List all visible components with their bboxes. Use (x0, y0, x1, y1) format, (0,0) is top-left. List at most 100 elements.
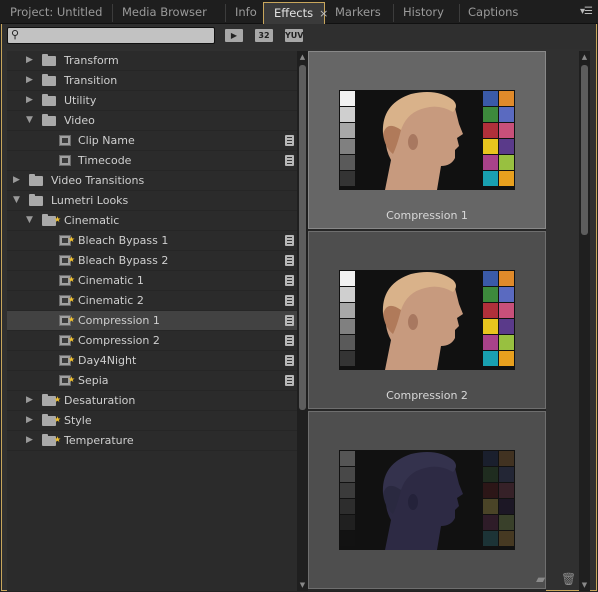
tree-item-label: Bleach Bypass 1 (78, 234, 169, 247)
preview-scrollbar[interactable]: ▲ ▼ (579, 51, 590, 591)
search-input[interactable] (24, 29, 210, 42)
tree-item-label: Bleach Bypass 2 (78, 254, 169, 267)
disclosure-expanded-icon[interactable]: ▼ (13, 191, 20, 210)
tree-effect-row[interactable]: Timecode (7, 151, 297, 171)
accelerated-effect-badge-icon (285, 255, 294, 266)
tree-folder-row[interactable]: ▶ Video Transitions (7, 171, 297, 191)
tree-scrollbar-thumb[interactable] (299, 65, 306, 410)
accelerated-effect-badge-icon (285, 155, 294, 166)
tab-effects[interactable]: Effects × (263, 2, 328, 24)
look-preset-icon (59, 330, 75, 349)
look-preview-card[interactable]: Compression 1 (308, 51, 546, 229)
tree-item-label: Compression 1 (78, 314, 160, 327)
portrait-figure (382, 452, 463, 550)
tree-item-label: Temperature (64, 434, 134, 447)
32-bit-effects-button[interactable]: 32 (255, 29, 273, 42)
scroll-up-icon[interactable]: ▲ (297, 51, 308, 63)
tree-item-label: Transition (64, 74, 118, 87)
effects-toolbar: ⚲ ▶ 32 YUV (2, 24, 596, 49)
disclosure-collapsed-icon[interactable]: ▶ (26, 51, 33, 70)
color-chart-column (483, 451, 498, 547)
search-field[interactable]: ⚲ (7, 27, 215, 44)
tree-folder-row[interactable]: ▶ Temperature (7, 430, 297, 451)
tree-scrollbar[interactable]: ▲ ▼ (297, 51, 308, 591)
tree-folder-row[interactable]: ▼ Video (7, 111, 297, 131)
tab-project-untitled[interactable]: Project: Untitled (0, 3, 112, 23)
disclosure-collapsed-icon[interactable]: ▶ (26, 411, 33, 430)
scroll-up-icon[interactable]: ▲ (579, 51, 590, 63)
panel-menu-icon[interactable]: ▾☰ (580, 6, 593, 17)
tree-folder-row[interactable]: ▶ Transition (7, 71, 297, 91)
look-preset-icon (59, 250, 75, 269)
look-preset-icon (59, 290, 75, 309)
color-chart-column (483, 271, 498, 367)
disclosure-collapsed-icon[interactable]: ▶ (26, 91, 33, 110)
tab-label: Info (235, 5, 257, 19)
disclosure-collapsed-icon[interactable]: ▶ (26, 391, 33, 410)
tree-item-label: Timecode (78, 154, 132, 167)
folder-icon (42, 74, 56, 86)
tree-item-label: Video Transitions (51, 174, 145, 187)
tree-effect-row[interactable]: Compression 1 (7, 310, 297, 331)
scroll-down-icon[interactable]: ▼ (297, 579, 308, 591)
disclosure-collapsed-icon[interactable]: ▶ (26, 71, 33, 90)
tab-markers[interactable]: Markers (325, 3, 393, 23)
folder-icon (42, 114, 56, 126)
effects-tree: ▶ Transform ▶ Transition ▶ Utility ▼ Video Clip … (7, 51, 297, 591)
tab-label: Markers (335, 5, 381, 19)
folder-icon (29, 174, 43, 186)
accelerated-effect-badge-icon (285, 235, 294, 246)
tree-folder-row[interactable]: ▼ Cinematic (7, 210, 297, 231)
tab-media-browser[interactable]: Media Browser (112, 3, 225, 23)
disclosure-collapsed-icon[interactable]: ▶ (13, 171, 20, 190)
tree-folder-row[interactable]: ▶ Utility (7, 91, 297, 111)
tree-folder-row[interactable]: ▶ Style (7, 410, 297, 431)
preview-scrollbar-thumb[interactable] (581, 65, 588, 235)
tab-history[interactable]: History (393, 3, 459, 23)
folder-icon (29, 194, 43, 206)
look-preview-card[interactable]: Compression 2 (308, 231, 546, 409)
tree-folder-row[interactable]: ▶ Desaturation (7, 390, 297, 411)
tree-effect-row[interactable]: Sepia (7, 370, 297, 391)
look-preset-icon (59, 230, 75, 249)
tree-effect-row[interactable]: Compression 2 (7, 330, 297, 351)
tab-info[interactable]: Info (225, 3, 263, 23)
tree-effect-row[interactable]: Cinematic 2 (7, 290, 297, 311)
tree-item-label: Utility (64, 94, 97, 107)
tree-effect-row[interactable]: Day4Night (7, 350, 297, 371)
portrait-figure (382, 272, 463, 370)
delete-icon[interactable]: 🗑 (561, 572, 576, 586)
folder-icon (42, 54, 56, 66)
tree-item-label: Clip Name (78, 134, 135, 147)
look-preview-card[interactable] (308, 411, 546, 589)
accelerated-effects-button[interactable]: ▶ (225, 29, 243, 42)
scroll-down-icon[interactable]: ▼ (579, 579, 590, 591)
color-chart-column (483, 91, 498, 187)
look-preview-image (339, 90, 515, 190)
accelerated-effect-badge-icon (285, 295, 294, 306)
tree-folder-row[interactable]: ▼ Lumetri Looks (7, 191, 297, 211)
tree-folder-row[interactable]: ▶ Transform (7, 51, 297, 71)
tree-effect-row[interactable]: Cinematic 1 (7, 270, 297, 291)
look-preview-title: Compression 2 (386, 389, 468, 402)
tab-label: History (403, 5, 444, 19)
yuv-effects-button[interactable]: YUV (285, 29, 303, 42)
tree-effect-row[interactable]: Bleach Bypass 1 (7, 230, 297, 251)
tree-item-label: Transform (64, 54, 119, 67)
color-chart-column (499, 451, 514, 547)
look-preset-icon (59, 350, 75, 369)
look-preset-icon (59, 310, 75, 329)
color-chart-column (499, 91, 514, 187)
tree-item-label: Cinematic 2 (78, 294, 144, 307)
disclosure-expanded-icon[interactable]: ▼ (26, 111, 33, 130)
disclosure-collapsed-icon[interactable]: ▶ (26, 431, 33, 450)
disclosure-expanded-icon[interactable]: ▼ (26, 211, 33, 230)
new-custom-bin-icon[interactable]: ▰ (536, 572, 545, 586)
tree-item-label: Style (64, 414, 92, 427)
tree-effect-row[interactable]: Bleach Bypass 2 (7, 250, 297, 271)
tree-item-label: Desaturation (64, 394, 136, 407)
tab-captions[interactable]: Captions (458, 3, 558, 23)
tree-item-label: Day4Night (78, 354, 137, 367)
accelerated-effect-badge-icon (285, 315, 294, 326)
tree-effect-row[interactable]: Clip Name (7, 131, 297, 151)
